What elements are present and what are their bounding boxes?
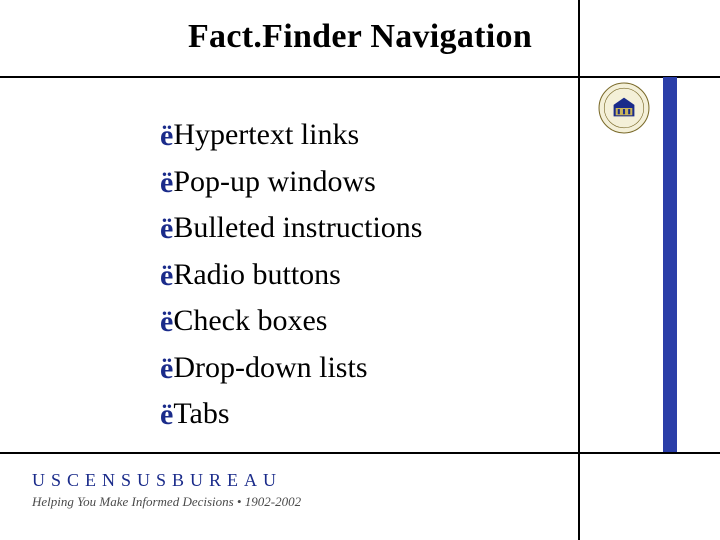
divider-bottom [0,452,720,454]
footer-tagline-text: Helping You Make Informed Decisions [32,494,234,509]
list-item: ëPop-up windows [160,159,422,206]
list-item: ëTabs [160,391,422,438]
slide: Fact.Finder Navigation ëHypertext links … [0,0,720,540]
list-item-text: Bulleted instructions [173,211,422,244]
list-item: ëCheck boxes [160,298,422,345]
list-item: ëDrop-down lists [160,345,422,392]
footer-brand-text: USCENSUSBUREAU [32,470,282,490]
footer-tagline: Helping You Make Informed Decisions • 19… [32,494,301,510]
list-item-text: Check boxes [173,304,327,337]
bullet-arrow-icon: ë [160,299,173,346]
bullet-arrow-icon: ë [160,160,173,207]
footer-brand: USCENSUSBUREAU [32,470,282,491]
divider-top [0,76,720,78]
footer-years: 1902-2002 [245,494,301,509]
bullet-arrow-icon: ë [160,392,173,439]
list-item-text: Tabs [173,397,229,430]
bullet-arrow-icon: ë [160,113,173,160]
slide-title: Fact.Finder Navigation [0,18,720,56]
footer-separator: • [237,494,242,509]
divider-vertical [578,0,580,540]
bullet-arrow-icon: ë [160,206,173,253]
bullet-list: ëHypertext links ëPop-up windows ëBullet… [160,112,422,438]
agency-seal-icon [598,82,650,134]
list-item-text: Hypertext links [173,118,359,151]
list-item-text: Pop-up windows [173,165,376,198]
list-item-text: Drop-down lists [173,351,367,384]
accent-stripe [663,77,677,453]
bullet-arrow-icon: ë [160,346,173,393]
bullet-arrow-icon: ë [160,253,173,300]
list-item: ëHypertext links [160,112,422,159]
list-item: ëRadio buttons [160,252,422,299]
list-item: ëBulleted instructions [160,205,422,252]
list-item-text: Radio buttons [173,258,341,291]
